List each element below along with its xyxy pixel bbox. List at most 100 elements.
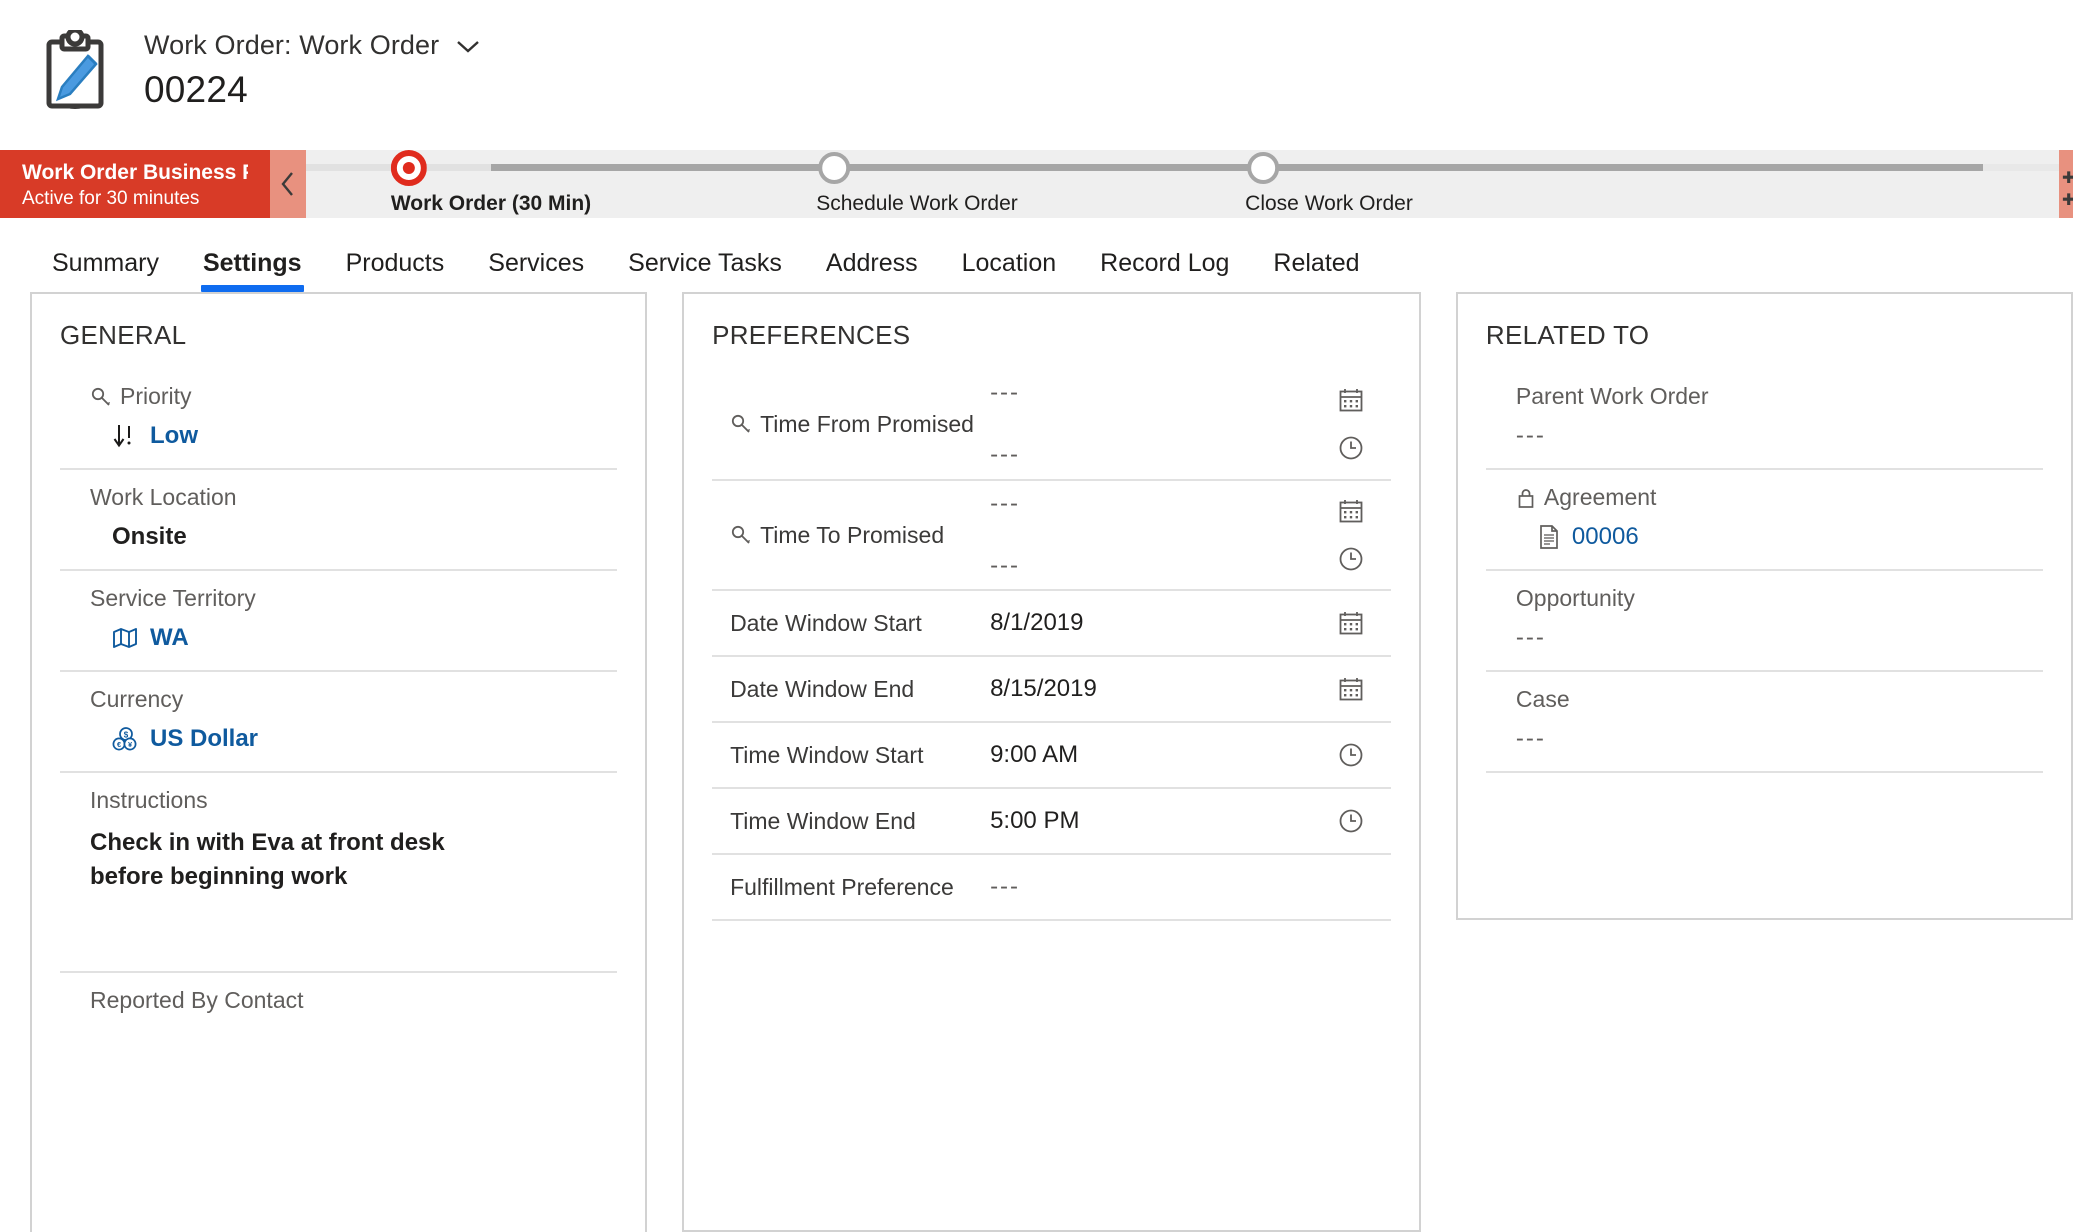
field-currency[interactable]: Currency $ € ¥ US Dollar xyxy=(60,670,618,771)
field-priority[interactable]: Priority Low xyxy=(60,369,617,468)
field-parent-work-order-value[interactable]: --- xyxy=(1516,410,2043,468)
tab-settings[interactable]: Settings xyxy=(181,249,324,292)
field-date-window-end-label: Date Window End xyxy=(730,676,980,703)
record-header: Work Order: Work Order 00224 xyxy=(0,0,2073,150)
field-service-territory-value[interactable]: WA xyxy=(90,612,617,670)
field-agreement[interactable]: Agreement 00006 xyxy=(1485,468,2043,569)
tab-label: Record Log xyxy=(1100,249,1230,277)
tab-location[interactable]: Location xyxy=(940,249,1079,292)
field-date-window-start-label: Date Window Start xyxy=(730,610,980,637)
bpf-next-stage-button[interactable]: ✚ ✚ xyxy=(2059,150,2073,218)
field-case[interactable]: Case --- xyxy=(1485,670,2043,771)
bpf-stage-close-work-order[interactable]: Close Work Order xyxy=(1245,150,1413,216)
field-fulfillment-preference[interactable]: Fulfillment Preference --- xyxy=(712,853,1391,919)
tab-service-tasks[interactable]: Service Tasks xyxy=(606,249,804,292)
bpf-stage-schedule-work-order[interactable]: Schedule Work Order xyxy=(816,150,1018,216)
tab-address[interactable]: Address xyxy=(804,249,940,292)
clock-icon[interactable] xyxy=(1338,742,1364,768)
field-fulfillment-preference-value[interactable]: --- xyxy=(990,873,1311,901)
record-entity-label: Work Order: Work Order xyxy=(144,30,440,60)
field-time-window-end[interactable]: Time Window End 5:00 PM xyxy=(712,787,1391,853)
field-label-text: Date Window End xyxy=(730,675,915,702)
field-time-value[interactable]: --- xyxy=(990,441,1311,469)
field-label-text: Work Location xyxy=(90,484,237,510)
field-case-value[interactable]: --- xyxy=(1516,713,2043,771)
chevron-down-icon[interactable] xyxy=(455,38,481,54)
field-time-value[interactable]: --- xyxy=(990,552,1311,580)
calendar-icon[interactable] xyxy=(1338,498,1364,524)
field-work-location[interactable]: Work Location Onsite xyxy=(60,468,618,569)
field-time-window-end-icons xyxy=(1321,808,1381,834)
field-reported-by-contact[interactable]: Reported By Contact xyxy=(60,971,618,1014)
tab-summary[interactable]: Summary xyxy=(30,249,181,292)
tab-related[interactable]: Related xyxy=(1251,249,1381,292)
field-date-window-start-value[interactable]: 8/1/2019 xyxy=(990,609,1311,637)
field-time-window-start[interactable]: Time Window Start 9:00 AM xyxy=(712,721,1391,787)
lookup-icon xyxy=(730,524,752,546)
field-instructions[interactable]: Instructions Check in with Eva at front … xyxy=(60,771,618,971)
field-opportunity[interactable]: Opportunity --- xyxy=(1485,569,2043,670)
field-label-text: Service Territory xyxy=(90,585,256,611)
field-date-window-start[interactable]: Date Window Start 8/1/2019 xyxy=(712,589,1391,655)
field-opportunity-value[interactable]: --- xyxy=(1516,612,2043,670)
field-agreement-link: 00006 xyxy=(1571,523,1639,550)
field-date-window-end-value[interactable]: 8/15/2019 xyxy=(990,675,1311,703)
related-to-section-title: RELATED TO xyxy=(1485,320,1650,350)
tab-services[interactable]: Services xyxy=(466,249,606,292)
field-work-location-label: Work Location xyxy=(90,470,617,511)
bpf-name-panel[interactable]: Work Order Business Pro... Active for 30… xyxy=(0,150,270,218)
field-label-text: Time To Promised xyxy=(760,521,945,548)
field-time-window-end-value[interactable]: 5:00 PM xyxy=(990,807,1311,835)
calendar-icon[interactable] xyxy=(1338,610,1364,636)
tab-strip: Summary Settings Products Services Servi… xyxy=(0,218,2073,292)
field-opportunity-label: Opportunity xyxy=(1516,571,2043,612)
field-currency-value[interactable]: $ € ¥ US Dollar xyxy=(90,713,617,771)
field-time-window-end-label: Time Window End xyxy=(730,808,980,835)
field-date-value[interactable]: --- xyxy=(990,379,1311,407)
field-priority-value[interactable]: Low xyxy=(90,410,617,468)
field-date-window-end[interactable]: Date Window End 8/15/2019 xyxy=(712,655,1391,721)
field-time-window-start-icons xyxy=(1321,742,1381,768)
general-section: GENERAL Priority Low Work Location Onsit… xyxy=(30,292,648,1232)
field-currency-text: US Dollar xyxy=(150,725,259,752)
bpf-previous-stage-button[interactable] xyxy=(270,150,306,218)
clock-icon[interactable] xyxy=(1338,546,1364,572)
field-time-to-promised[interactable]: Time To Promised --- --- xyxy=(712,479,1391,589)
page-title: 00224 xyxy=(144,69,248,110)
field-date-value[interactable]: --- xyxy=(990,490,1311,518)
field-agreement-value[interactable]: 00006 xyxy=(1516,511,2043,569)
field-parent-work-order[interactable]: Parent Work Order --- xyxy=(1486,369,2043,468)
tab-label: Summary xyxy=(52,249,159,277)
general-section-title: GENERAL xyxy=(60,320,187,350)
bpf-pending-stage-icon xyxy=(1245,150,1413,186)
tab-label: Service Tasks xyxy=(628,249,782,277)
field-agreement-label: Agreement xyxy=(1516,470,2043,511)
bpf-stage-track: Work Order (30 Min) Schedule Work Order … xyxy=(306,150,2073,218)
bpf-active-stage-icon xyxy=(390,150,591,186)
field-date-window-start-icons xyxy=(1321,610,1381,636)
field-time-to-promised-values: --- --- xyxy=(990,490,1311,580)
bpf-stage-label: Close Work Order xyxy=(1245,192,1413,215)
field-time-window-start-label: Time Window Start xyxy=(730,742,980,769)
tab-record-log[interactable]: Record Log xyxy=(1078,249,1251,292)
clock-icon[interactable] xyxy=(1338,435,1364,461)
bpf-pending-stage-icon xyxy=(816,150,1018,186)
field-label-text: Fulfillment Preference xyxy=(730,873,954,900)
clock-icon[interactable] xyxy=(1338,808,1364,834)
bpf-process-name: Work Order Business Pro... xyxy=(22,161,248,184)
calendar-icon[interactable] xyxy=(1338,676,1364,702)
field-service-territory[interactable]: Service Territory WA xyxy=(60,569,618,670)
field-time-from-promised-icons xyxy=(1321,387,1381,461)
field-label-text: Time Window End xyxy=(730,807,916,834)
field-label-text: Priority xyxy=(120,383,192,409)
field-fulfillment-preference-label: Fulfillment Preference xyxy=(730,874,980,901)
field-work-location-value[interactable]: Onsite xyxy=(90,511,617,569)
field-time-from-promised[interactable]: Time From Promised --- --- xyxy=(712,369,1391,479)
calendar-icon[interactable] xyxy=(1338,387,1364,413)
bpf-stage-work-order[interactable]: Work Order (30 Min) xyxy=(390,150,591,216)
field-instructions-value[interactable]: Check in with Eva at front desk before b… xyxy=(90,814,560,894)
tab-label: Services xyxy=(488,249,585,277)
tab-products[interactable]: Products xyxy=(324,249,467,292)
bpf-process-status: Active for 30 minutes xyxy=(22,188,200,210)
field-time-window-start-value[interactable]: 9:00 AM xyxy=(990,741,1311,769)
